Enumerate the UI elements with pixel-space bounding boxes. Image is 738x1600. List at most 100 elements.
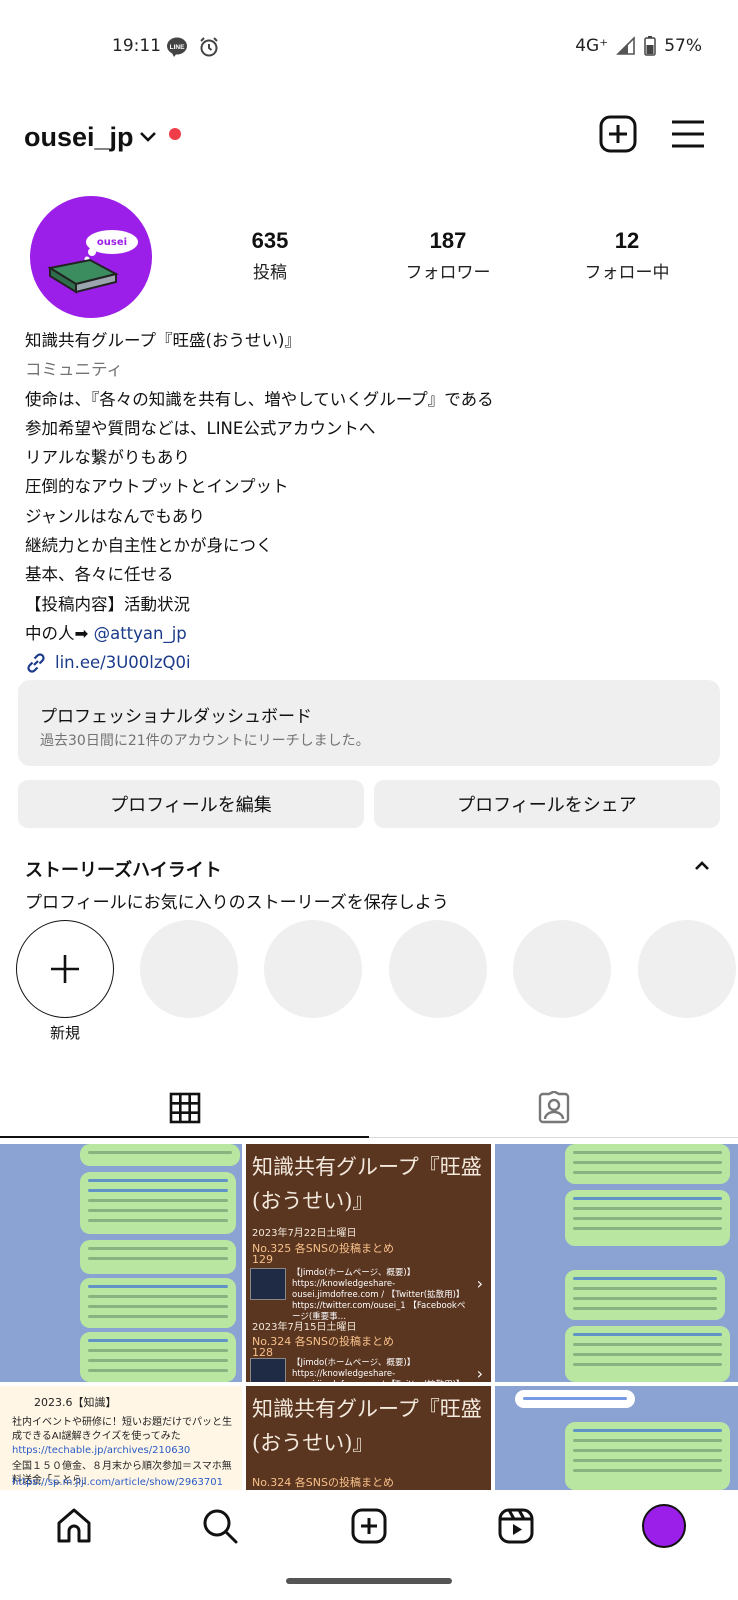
post-link-text: 【Jimdo(ホームページ、概要)】 https://knowledgeshar… bbox=[292, 1358, 464, 1382]
search-icon bbox=[203, 1509, 238, 1544]
status-bar: 19:11 LINE 4G⁺ 57% bbox=[0, 0, 738, 96]
grid-icon bbox=[169, 1092, 200, 1124]
profile-avatar bbox=[642, 1504, 686, 1548]
tagged-icon bbox=[538, 1091, 569, 1124]
line-app-icon: LINE bbox=[167, 37, 187, 57]
tab-tagged[interactable] bbox=[369, 1078, 738, 1138]
highlight-placeholder bbox=[389, 920, 487, 1018]
post-doc-header: 2023.6【知識】 bbox=[34, 1396, 117, 1409]
plus-icon bbox=[51, 955, 79, 983]
nav-create[interactable] bbox=[339, 1504, 399, 1548]
dashboard-subtitle: 過去30日間に21件のアカウントにリーチしました。 bbox=[40, 733, 370, 749]
edit-profile-button[interactable]: プロフィールを編集 bbox=[18, 780, 364, 828]
highlights-title: ストーリーズハイライト bbox=[25, 860, 222, 881]
post-heading: No.324 各SNSの投稿まとめ bbox=[252, 1476, 394, 1489]
posts-stat[interactable]: 635 投稿 bbox=[190, 228, 350, 283]
following-stat[interactable]: 12 フォロー中 bbox=[547, 228, 707, 283]
post-doc-link: https://techable.jp/archives/210630 bbox=[12, 1445, 191, 1456]
post-doc-paragraph: 社内イベントや研修に！短いお題だけでパッと生成できるAI謎解きクイズを使ってみた bbox=[12, 1417, 232, 1442]
profile-name: 知識共有グループ『旺盛(おうせい)』 bbox=[25, 331, 301, 350]
bio-line: 参加希望や質問などは、LINE公式アカウントへ bbox=[25, 418, 376, 438]
chevron-down-icon[interactable] bbox=[138, 130, 158, 144]
link-text: lin.ee/3U00lzQ0i bbox=[55, 653, 191, 673]
bio-line: リアルな繋がりもあり bbox=[25, 448, 190, 468]
avatar[interactable]: ousei bbox=[30, 196, 152, 318]
new-highlight-button[interactable] bbox=[16, 920, 114, 1018]
post-link-thumbnail bbox=[250, 1358, 286, 1382]
post-date: 2023年7月22日土曜日 bbox=[252, 1228, 357, 1239]
network-type: 4G⁺ bbox=[575, 36, 609, 56]
bio-line: 【投稿内容】活動状況 bbox=[25, 594, 190, 614]
post-link-text: 【Jimdo(ホームページ、概要)】 https://knowledgeshar… bbox=[292, 1268, 466, 1322]
active-tab-indicator bbox=[0, 1136, 369, 1138]
highlight-placeholder bbox=[513, 920, 611, 1018]
create-icon bbox=[351, 1508, 387, 1544]
username[interactable]: ousei_jp bbox=[24, 122, 134, 153]
nav-profile[interactable] bbox=[634, 1504, 694, 1548]
followers-count: 187 bbox=[429, 228, 467, 253]
post-thumbnail[interactable] bbox=[495, 1386, 738, 1490]
post-thumbnail[interactable]: 2023.6【知識】 社内イベントや研修に！短いお題だけでパッと生成できるAI謎… bbox=[0, 1386, 242, 1490]
profile-stats: 635 投稿 187 フォロワー 12 フォロー中 bbox=[190, 228, 720, 288]
followers-label: フォロワー bbox=[405, 263, 491, 283]
followers-stat[interactable]: 187 フォロワー bbox=[368, 228, 528, 283]
insider-prefix: 中の人➡ bbox=[25, 623, 94, 643]
new-highlight-label: 新規 bbox=[49, 1024, 80, 1042]
reels-icon bbox=[498, 1508, 534, 1544]
mention-link[interactable]: @attyan_jp bbox=[94, 624, 187, 643]
post-heading: No.325 各SNSの投稿まとめ bbox=[252, 1242, 394, 1255]
signal-icon bbox=[616, 36, 636, 55]
ousei-logo: ousei bbox=[47, 230, 138, 294]
bio-line: 使命は、『各々の知識を共有し、増やしていくグループ』である bbox=[25, 389, 494, 409]
post-link-row: 【Jimdo(ホームページ、概要)】 https://knowledgeshar… bbox=[250, 1268, 483, 1322]
following-label: フォロー中 bbox=[584, 263, 670, 283]
chevron-right-icon: › bbox=[476, 1274, 483, 1293]
post-thumbnail[interactable]: 知識共有グループ『旺盛(おうせい)』 2023年7月22日土曜日 No.325 … bbox=[246, 1144, 491, 1382]
highlight-placeholder bbox=[140, 920, 238, 1018]
share-profile-button[interactable]: プロフィールをシェア bbox=[374, 780, 720, 828]
posts-grid: 知識共有グループ『旺盛(おうせい)』 2023年7月22日土曜日 No.325 … bbox=[0, 1144, 738, 1490]
post-thumbnail[interactable]: 知識共有グループ『旺盛(おうせい)』 No.324 各SNSの投稿まとめ bbox=[246, 1386, 491, 1490]
post-title: 知識共有グループ『旺盛(おうせい)』 bbox=[252, 1397, 482, 1455]
bio-line: 基本、各々に任せる bbox=[25, 565, 174, 585]
post-date: 2023年7月15日土曜日 bbox=[252, 1322, 357, 1333]
chevron-up-icon[interactable] bbox=[694, 860, 710, 872]
profile-tabs bbox=[0, 1078, 738, 1138]
bio-insider-line: 中の人➡ @attyan_jp bbox=[25, 619, 715, 648]
home-icon bbox=[57, 1508, 91, 1543]
notification-dot bbox=[169, 128, 181, 140]
post-thumbnail[interactable] bbox=[495, 1144, 738, 1382]
posts-label: 投稿 bbox=[253, 263, 287, 283]
post-thumbnail[interactable] bbox=[0, 1144, 242, 1382]
chevron-right-icon: › bbox=[476, 1364, 483, 1382]
post-count: 129 bbox=[252, 1253, 273, 1266]
posts-count: 635 bbox=[251, 228, 289, 253]
highlight-placeholder bbox=[638, 920, 736, 1018]
highlights-subtitle: プロフィールにお気に入りのストーリーズを保存しよう bbox=[25, 893, 449, 913]
post-title: 知識共有グループ『旺盛(おうせい)』 bbox=[252, 1155, 482, 1213]
battery-icon bbox=[644, 36, 656, 56]
tab-grid[interactable] bbox=[0, 1078, 369, 1138]
battery-percent: 57% bbox=[664, 36, 702, 56]
post-heading: No.324 各SNSの投稿まとめ bbox=[252, 1335, 394, 1348]
profile-header: ousei_jp bbox=[0, 112, 738, 168]
nav-home[interactable] bbox=[44, 1504, 104, 1548]
nav-search[interactable] bbox=[190, 1504, 250, 1548]
nav-reels[interactable] bbox=[486, 1504, 546, 1548]
svg-text:ousei: ousei bbox=[97, 237, 127, 248]
status-time: 19:11 bbox=[112, 36, 161, 56]
bio-line: 継続力とか自主性とかが身につく bbox=[25, 536, 273, 556]
link-icon bbox=[27, 653, 45, 673]
professional-dashboard[interactable]: プロフェッショナルダッシュボード 過去30日間に21件のアカウントにリーチしまし… bbox=[18, 680, 720, 766]
post-link-thumbnail bbox=[250, 1268, 286, 1300]
home-indicator[interactable] bbox=[286, 1578, 452, 1584]
bio-line: 圧倒的なアウトプットとインプット bbox=[25, 477, 289, 497]
bio-line: ジャンルはなんでもあり bbox=[25, 506, 205, 526]
alarm-icon bbox=[200, 37, 218, 57]
menu-icon[interactable] bbox=[670, 116, 706, 152]
following-count: 12 bbox=[614, 228, 640, 253]
bio-link[interactable]: lin.ee/3U00lzQ0i bbox=[25, 648, 715, 677]
post-doc-link: https://sp.m.jiji.com/article/show/29637… bbox=[12, 1477, 224, 1488]
dashboard-title: プロフェッショナルダッシュボード bbox=[40, 707, 312, 727]
add-post-icon[interactable] bbox=[598, 114, 638, 154]
